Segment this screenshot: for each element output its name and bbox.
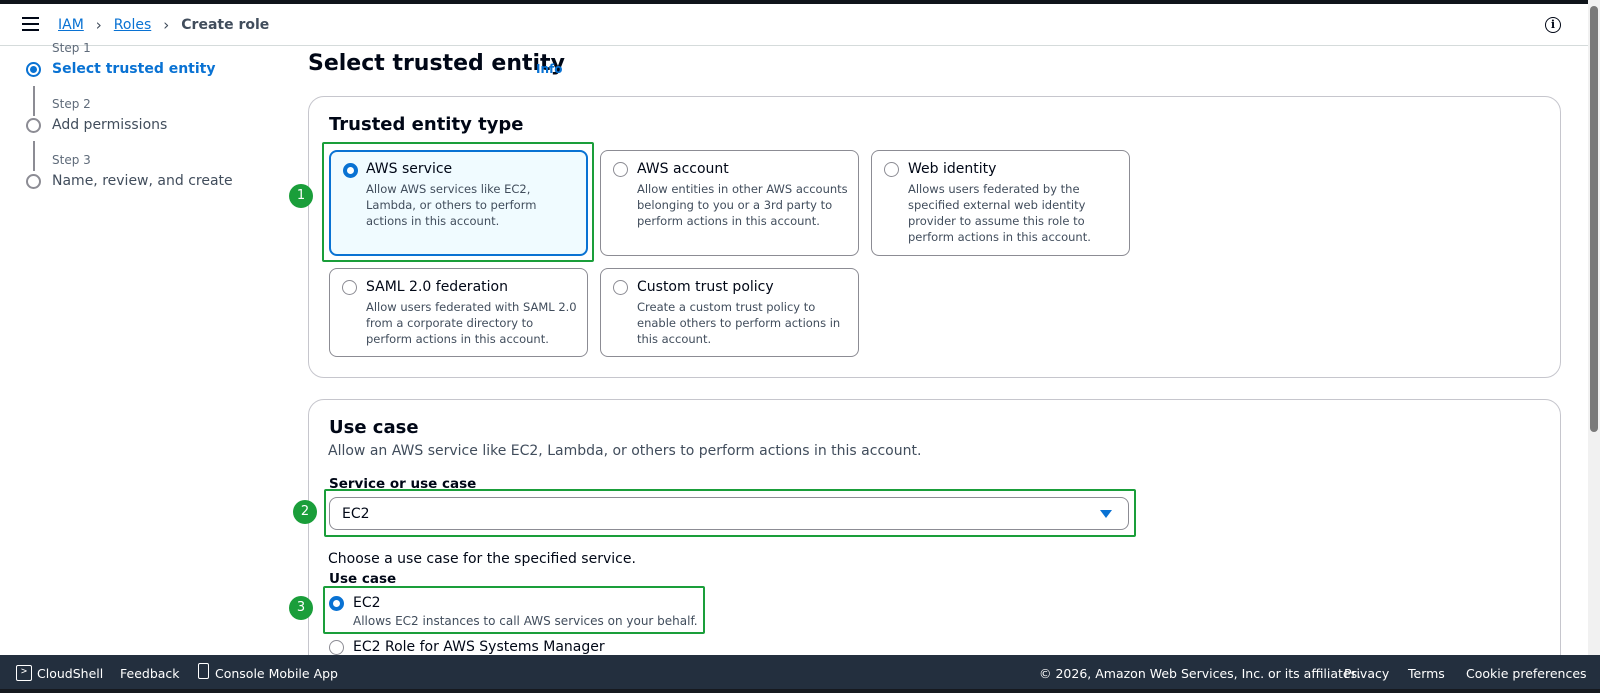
tile-description: Create a custom trust policy to enable o… — [637, 300, 841, 346]
tile-description: Allow entities in other AWS accounts bel… — [637, 182, 848, 228]
step-3-name: Name, review, and create — [52, 173, 233, 189]
privacy-link[interactable]: Privacy — [1344, 666, 1389, 681]
scrollbar-thumb[interactable] — [1590, 6, 1598, 432]
aws-account-radio[interactable] — [613, 162, 628, 177]
use-case-ec2-radio[interactable] — [329, 596, 344, 611]
saml-radio[interactable] — [342, 280, 357, 295]
breadcrumb-current: Create role — [181, 17, 270, 33]
tile-title: Custom trust policy — [637, 279, 774, 295]
footer: > CloudShell Feedback Console Mobile App… — [0, 655, 1600, 693]
tile-description: Allow users federated with SAML 2.0 from… — [366, 300, 577, 346]
tile-aws-service[interactable]: AWS service Allow AWS services like EC2,… — [329, 150, 588, 256]
breadcrumb: IAM › Roles › Create role — [58, 16, 269, 34]
step-3-label: Step 3 — [52, 153, 91, 167]
step-1-label: Step 1 — [52, 41, 91, 55]
info-icon[interactable]: i — [1545, 17, 1561, 33]
step-connector — [33, 86, 35, 116]
chevron-right-icon: › — [163, 16, 170, 34]
tile-custom-trust-policy[interactable]: Custom trust policy Create a custom trus… — [600, 268, 859, 357]
tile-title: AWS account — [637, 161, 729, 177]
use-case-ec2-title[interactable]: EC2 — [353, 595, 381, 611]
step-3-indicator — [26, 174, 41, 189]
choose-use-case-text: Choose a use case for the specified serv… — [328, 551, 636, 567]
tile-title: AWS service — [366, 161, 453, 177]
caret-down-icon — [1100, 510, 1112, 518]
bottom-strip — [0, 689, 1600, 693]
tile-description: Allow AWS services like EC2, Lambda, or … — [366, 182, 537, 228]
trusted-entity-panel: Trusted entity type AWS service Allow AW… — [308, 96, 1561, 378]
breadcrumb-roles-link[interactable]: Roles — [114, 17, 151, 33]
custom-trust-radio[interactable] — [613, 280, 628, 295]
step-connector — [33, 141, 35, 171]
tile-saml-federation[interactable]: SAML 2.0 federation Allow users federate… — [329, 268, 588, 357]
copyright-text: © 2026, Amazon Web Services, Inc. or its… — [1039, 666, 1362, 681]
tile-description: Allows users federated by the specified … — [908, 182, 1091, 244]
top-bar: IAM › Roles › Create role i — [0, 4, 1588, 46]
annotation-badge-2: 2 — [293, 500, 317, 524]
trusted-entity-title: Trusted entity type — [329, 114, 524, 135]
aws-service-radio[interactable] — [343, 163, 358, 178]
cloudshell-icon[interactable]: > — [16, 665, 32, 681]
console-mobile-app-link[interactable]: Console Mobile App — [215, 666, 338, 681]
service-select-value: EC2 — [342, 506, 370, 522]
tile-title: SAML 2.0 federation — [366, 279, 508, 295]
annotation-badge-3: 3 — [289, 596, 313, 620]
step-2-name: Add permissions — [52, 117, 168, 133]
web-identity-radio[interactable] — [884, 162, 899, 177]
cookie-preferences-link[interactable]: Cookie preferences — [1466, 666, 1587, 681]
step-2-indicator — [26, 118, 41, 133]
scrollbar[interactable] — [1588, 0, 1600, 655]
use-case-label: Use case — [329, 571, 397, 587]
breadcrumb-iam-link[interactable]: IAM — [58, 17, 84, 33]
page-title: Select trusted entity — [308, 51, 565, 76]
step-1-name[interactable]: Select trusted entity — [52, 61, 216, 77]
chevron-right-icon: › — [95, 16, 102, 34]
use-case-title: Use case — [329, 417, 419, 438]
step-2-label: Step 2 — [52, 97, 91, 111]
service-label: Service or use case — [329, 476, 477, 492]
info-link[interactable]: Info — [536, 62, 562, 76]
use-case-ssm-title[interactable]: EC2 Role for AWS Systems Manager — [353, 639, 605, 655]
tile-aws-account[interactable]: AWS account Allow entities in other AWS … — [600, 150, 859, 256]
step-1-indicator — [26, 62, 41, 77]
cloudshell-link[interactable]: CloudShell — [37, 666, 103, 681]
service-select[interactable]: EC2 — [329, 497, 1129, 530]
use-case-ssm-radio[interactable] — [329, 640, 344, 655]
tile-title: Web identity — [908, 161, 997, 177]
use-case-description: Allow an AWS service like EC2, Lambda, o… — [328, 443, 922, 459]
menu-icon[interactable] — [22, 17, 39, 31]
mobile-icon[interactable] — [198, 663, 209, 679]
annotation-badge-1: 1 — [289, 184, 313, 208]
tile-web-identity[interactable]: Web identity Allows users federated by t… — [871, 150, 1130, 256]
feedback-link[interactable]: Feedback — [120, 666, 180, 681]
use-case-ec2-description: Allows EC2 instances to call AWS service… — [353, 614, 698, 628]
terms-link[interactable]: Terms — [1408, 666, 1445, 681]
